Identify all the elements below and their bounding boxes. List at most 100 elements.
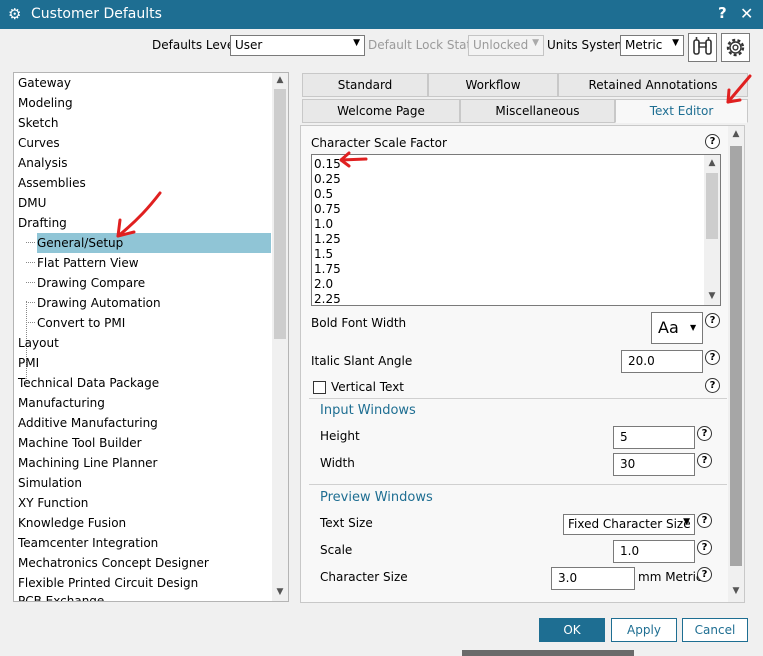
ok-button[interactable]: OK xyxy=(539,618,605,642)
scale-label: Scale xyxy=(320,543,353,557)
tree-item-machine-tool-builder[interactable]: Machine Tool Builder xyxy=(18,433,142,453)
help-icon[interactable]: ? xyxy=(705,378,720,393)
units-system-value: Metric xyxy=(625,38,663,52)
text-size-dropdown[interactable]: Fixed Character Size ▼ xyxy=(563,514,695,535)
tab-welcome-page[interactable]: Welcome Page xyxy=(302,99,460,123)
bold-font-width-value: Aa xyxy=(658,318,679,337)
width-input[interactable]: 30 xyxy=(613,453,695,476)
panel-scrollbar[interactable]: ▲ ▼ xyxy=(728,126,744,602)
tree-connector xyxy=(26,322,35,323)
scroll-up-icon[interactable]: ▲ xyxy=(704,158,720,168)
scroll-thumb[interactable] xyxy=(706,173,718,239)
italic-slant-angle-label: Italic Slant Angle xyxy=(311,354,413,368)
tree-item-drawing-compare[interactable]: Drawing Compare xyxy=(37,273,145,293)
scale-input[interactable]: 1.0 xyxy=(613,540,695,563)
tree-item-convert-to-pmi[interactable]: Convert to PMI xyxy=(37,313,125,333)
tree-item-assemblies[interactable]: Assemblies xyxy=(18,173,86,193)
tree-item-flexible-printed-circuit-design[interactable]: Flexible Printed Circuit Design xyxy=(18,573,198,593)
scroll-thumb[interactable] xyxy=(730,146,742,566)
lock-state-label: Default Lock State xyxy=(368,38,479,52)
bold-font-width-dropdown[interactable]: Aa ▼ xyxy=(651,312,703,344)
width-label: Width xyxy=(320,456,355,470)
tab-workflow[interactable]: Workflow xyxy=(428,73,558,97)
list-item[interactable]: 1.75 xyxy=(314,262,341,277)
tree-item-layout[interactable]: Layout xyxy=(18,333,59,353)
scroll-thumb[interactable] xyxy=(274,89,286,339)
help-icon[interactable]: ? xyxy=(697,567,712,582)
tree-item-dmu[interactable]: DMU xyxy=(18,193,46,213)
close-button[interactable]: ✕ xyxy=(740,4,753,23)
tab-miscellaneous[interactable]: Miscellaneous xyxy=(460,99,615,123)
height-input[interactable]: 5 xyxy=(613,426,695,449)
tree-item-pmi[interactable]: PMI xyxy=(18,353,39,373)
chevron-down-icon: ▼ xyxy=(532,38,539,48)
list-scrollbar[interactable]: ▲ ▼ xyxy=(704,155,720,305)
help-icon[interactable]: ? xyxy=(705,313,720,328)
help-icon[interactable]: ? xyxy=(697,453,712,468)
binoculars-button[interactable] xyxy=(688,33,717,62)
list-item[interactable]: 2.25 xyxy=(314,292,341,305)
tab-retained-annotations[interactable]: Retained Annotations xyxy=(558,73,748,97)
scroll-up-icon[interactable]: ▲ xyxy=(728,129,744,139)
help-icon[interactable]: ? xyxy=(697,513,712,528)
list-item[interactable]: 1.5 xyxy=(314,247,333,262)
tree-item-teamcenter-integration[interactable]: Teamcenter Integration xyxy=(18,533,158,553)
units-system-label: Units System xyxy=(547,38,627,52)
help-button[interactable]: ? xyxy=(718,4,727,22)
list-item[interactable]: 0.25 xyxy=(314,172,341,187)
tree-item-technical-data-package[interactable]: Technical Data Package xyxy=(18,373,159,393)
italic-slant-angle-input[interactable]: 20.0 xyxy=(621,350,703,373)
scroll-up-icon[interactable]: ▲ xyxy=(272,75,288,85)
text-size-label: Text Size xyxy=(320,516,373,530)
chevron-down-icon: ▼ xyxy=(672,38,679,48)
tree-item-manufacturing[interactable]: Manufacturing xyxy=(18,393,105,413)
help-icon[interactable]: ? xyxy=(697,540,712,555)
tree-item-curves[interactable]: Curves xyxy=(18,133,60,153)
character-size-label: Character Size xyxy=(320,570,408,584)
help-icon[interactable]: ? xyxy=(705,134,720,149)
scroll-down-icon[interactable]: ▼ xyxy=(728,586,744,596)
defaults-level-dropdown[interactable]: User ▼ xyxy=(230,35,365,56)
tab-standard[interactable]: Standard xyxy=(302,73,428,97)
bold-font-width-label: Bold Font Width xyxy=(311,316,407,330)
tree-item-flat-pattern-view[interactable]: Flat Pattern View xyxy=(37,253,139,273)
divider xyxy=(309,484,727,485)
tree-connector xyxy=(26,242,35,243)
character-scale-factor-list[interactable]: 0.15 0.25 0.5 0.75 1.0 1.25 1.5 1.75 2.0… xyxy=(311,154,721,306)
scroll-down-icon[interactable]: ▼ xyxy=(704,291,720,301)
vertical-text-checkbox[interactable] xyxy=(313,381,326,394)
tree-item-pcb-exchange[interactable]: PCB Exchange xyxy=(18,591,104,601)
tree-item-analysis[interactable]: Analysis xyxy=(18,153,67,173)
list-item[interactable]: 0.75 xyxy=(314,202,341,217)
tree-item-drafting[interactable]: Drafting xyxy=(18,213,67,233)
cancel-button[interactable]: Cancel xyxy=(682,618,748,642)
character-size-input[interactable]: 3.0 xyxy=(551,567,635,590)
defaults-level-value: User xyxy=(235,38,263,52)
list-item[interactable]: 1.25 xyxy=(314,232,341,247)
list-item[interactable]: 0.5 xyxy=(314,187,333,202)
tree-item-mechatronics-concept-designer[interactable]: Mechatronics Concept Designer xyxy=(18,553,209,573)
annotation-arrow-icon xyxy=(116,191,162,238)
settings-button[interactable] xyxy=(721,33,750,62)
apply-button[interactable]: Apply xyxy=(611,618,677,642)
tree-item-modeling[interactable]: Modeling xyxy=(18,93,73,113)
tree-item-machining-line-planner[interactable]: Machining Line Planner xyxy=(18,453,158,473)
list-item[interactable]: 1.0 xyxy=(314,217,333,232)
binoculars-icon xyxy=(693,37,712,55)
tree-item-gateway[interactable]: Gateway xyxy=(18,73,71,93)
scroll-down-icon[interactable]: ▼ xyxy=(272,587,288,597)
help-icon[interactable]: ? xyxy=(705,350,720,365)
tree-item-simulation[interactable]: Simulation xyxy=(18,473,82,493)
tree-scrollbar[interactable]: ▲ ▼ xyxy=(272,73,288,601)
tree-item-additive-manufacturing[interactable]: Additive Manufacturing xyxy=(18,413,158,433)
units-system-dropdown[interactable]: Metric ▼ xyxy=(620,35,684,56)
list-item[interactable]: 2.0 xyxy=(314,277,333,292)
tree-item-sketch[interactable]: Sketch xyxy=(18,113,58,133)
annotation-arrow-icon xyxy=(726,74,752,104)
tree-item-xy-function[interactable]: XY Function xyxy=(18,493,88,513)
tree-connector xyxy=(26,302,35,303)
help-icon[interactable]: ? xyxy=(697,426,712,441)
tree-item-knowledge-fusion[interactable]: Knowledge Fusion xyxy=(18,513,126,533)
category-tree[interactable]: Gateway Modeling Sketch Curves Analysis … xyxy=(13,72,289,602)
tree-item-drawing-automation[interactable]: Drawing Automation xyxy=(37,293,161,313)
